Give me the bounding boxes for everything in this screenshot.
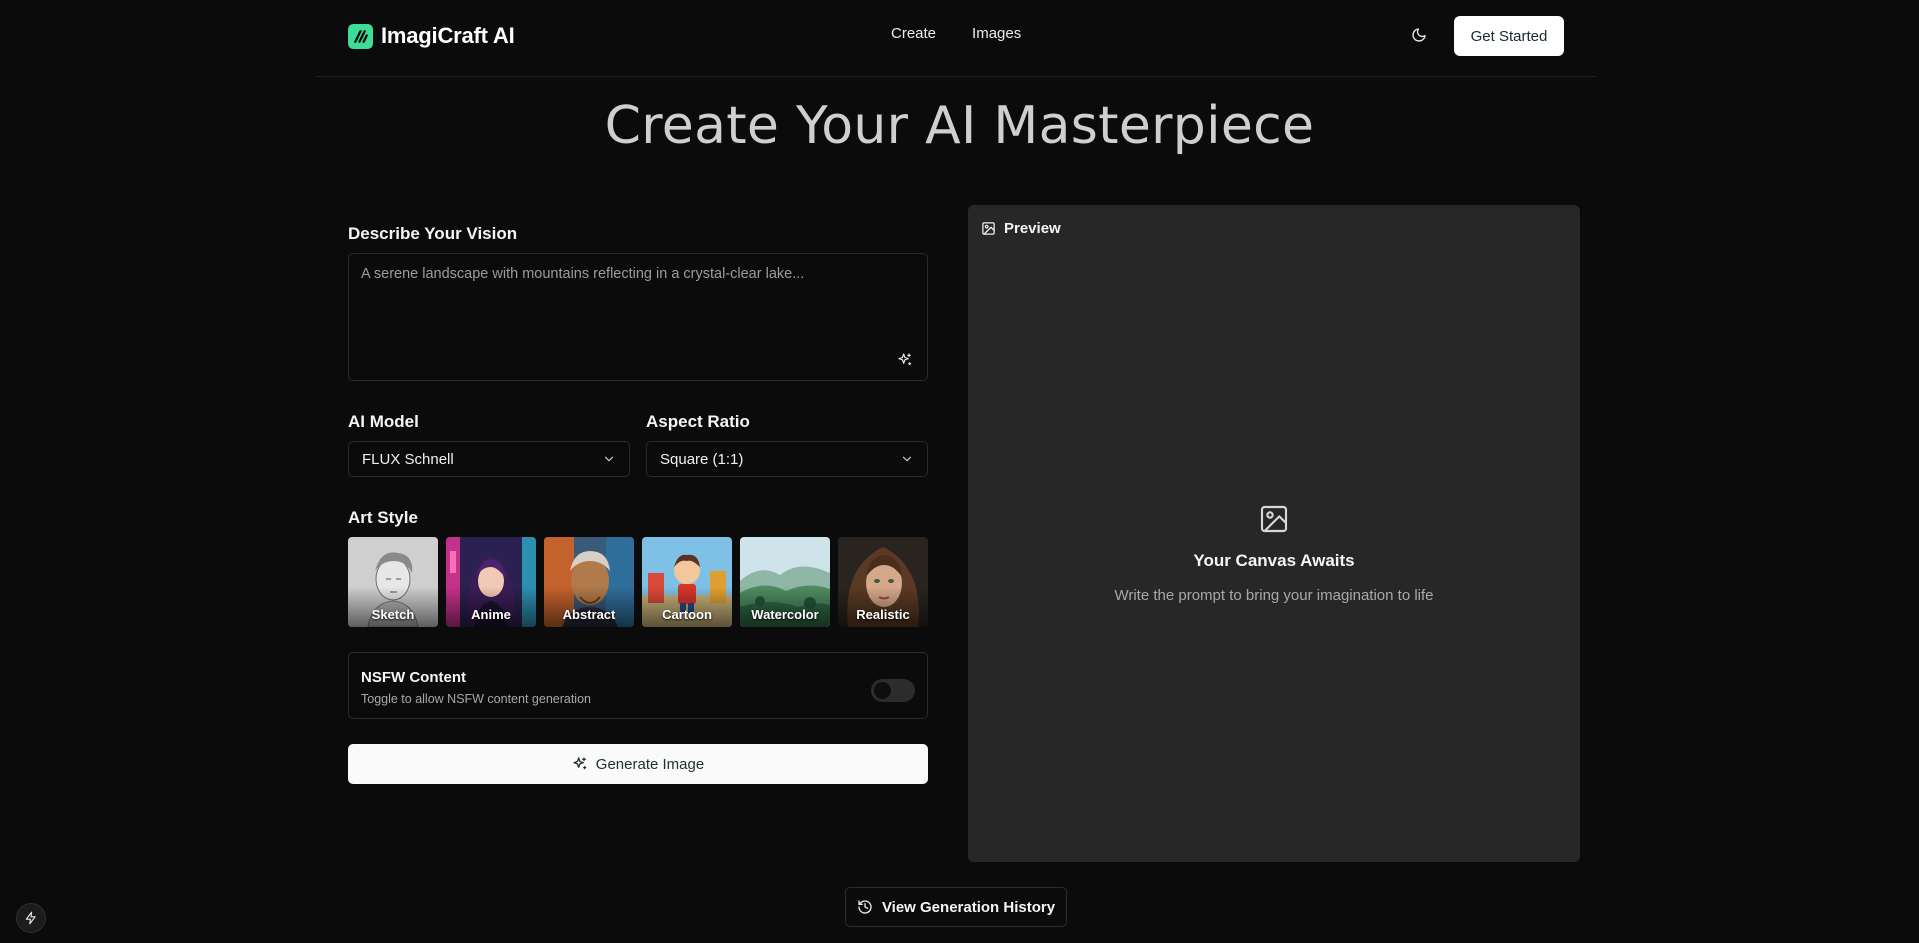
image-placeholder-icon [1260, 505, 1288, 533]
prompt-input[interactable] [349, 254, 927, 380]
preview-empty-state: Your Canvas Awaits Write the prompt to b… [968, 503, 1580, 604]
history-icon [858, 900, 872, 914]
sparkles-icon [573, 757, 587, 770]
top-header: ImagiCraft AI Create Images Get Started [316, 0, 1596, 77]
model-selected-value: FLUX Schnell [362, 450, 454, 468]
bolt-icon [25, 911, 36, 925]
nsfw-toggle[interactable] [871, 679, 915, 702]
chevron-down-icon [902, 456, 912, 462]
aspect-label: Aspect Ratio [646, 412, 750, 431]
prompt-label: Describe Your Vision [348, 224, 518, 243]
preview-panel: Preview Your Canvas Awaits Write the pro… [968, 205, 1580, 862]
generate-image-button[interactable]: Generate Image [348, 744, 928, 784]
sparkles-icon [898, 353, 912, 366]
art-style-grid: Sketch Anime Abstract Cartoon Watercolor… [348, 537, 928, 627]
brand[interactable]: ImagiCraft AI [348, 23, 515, 49]
view-history-button[interactable]: View Generation History [845, 887, 1067, 927]
brand-name: ImagiCraft AI [381, 23, 515, 48]
empty-state-text: Write the prompt to bring your imaginati… [1114, 587, 1434, 604]
prompt-field[interactable] [348, 253, 928, 381]
preview-header: Preview [981, 220, 1061, 237]
aspect-selected-value: Square (1:1) [660, 450, 744, 468]
style-label: Abstract [562, 607, 616, 622]
brand-logo-icon [348, 23, 373, 49]
style-label: Watercolor [751, 607, 819, 622]
nav-images[interactable]: Images [972, 25, 1021, 42]
theme-toggle-button[interactable] [1407, 23, 1431, 47]
moon-icon [1412, 28, 1426, 42]
style-card-cartoon[interactable]: Cartoon [642, 537, 732, 627]
art-style-label: Art Style [348, 508, 418, 527]
style-card-abstract[interactable]: Abstract [544, 537, 634, 627]
style-label: Sketch [371, 607, 415, 622]
toggle-knob [874, 682, 891, 699]
history-label: View Generation History [881, 898, 1056, 916]
get-started-button[interactable]: Get Started [1454, 16, 1564, 56]
aspect-select[interactable]: Square (1:1) [646, 441, 928, 477]
empty-state-title: Your Canvas Awaits [1193, 551, 1355, 570]
nsfw-description: Toggle to allow NSFW content generation [361, 692, 591, 706]
style-label: Cartoon [662, 607, 712, 622]
style-label: Anime [471, 607, 511, 622]
preview-label: Preview [1004, 220, 1061, 237]
quick-action-button[interactable] [16, 903, 46, 933]
model-select[interactable]: FLUX Schnell [348, 441, 630, 477]
nav-create[interactable]: Create [891, 25, 936, 42]
nsfw-title: NSFW Content [361, 669, 466, 686]
image-icon [982, 222, 995, 235]
nsfw-panel: NSFW Content Toggle to allow NSFW conten… [348, 652, 928, 719]
style-card-sketch[interactable]: Sketch [348, 537, 438, 627]
style-card-realistic[interactable]: Realistic [838, 537, 928, 627]
model-label: AI Model [348, 412, 419, 431]
main-nav: Create Images [891, 25, 1021, 42]
style-card-watercolor[interactable]: Watercolor [740, 537, 830, 627]
enhance-prompt-button[interactable] [897, 352, 913, 368]
style-card-anime[interactable]: Anime [446, 537, 536, 627]
chevron-down-icon [604, 456, 614, 462]
page-title: Create Your AI Masterpiece [604, 96, 1315, 156]
style-label: Realistic [856, 607, 910, 622]
generate-label: Generate Image [595, 755, 705, 773]
